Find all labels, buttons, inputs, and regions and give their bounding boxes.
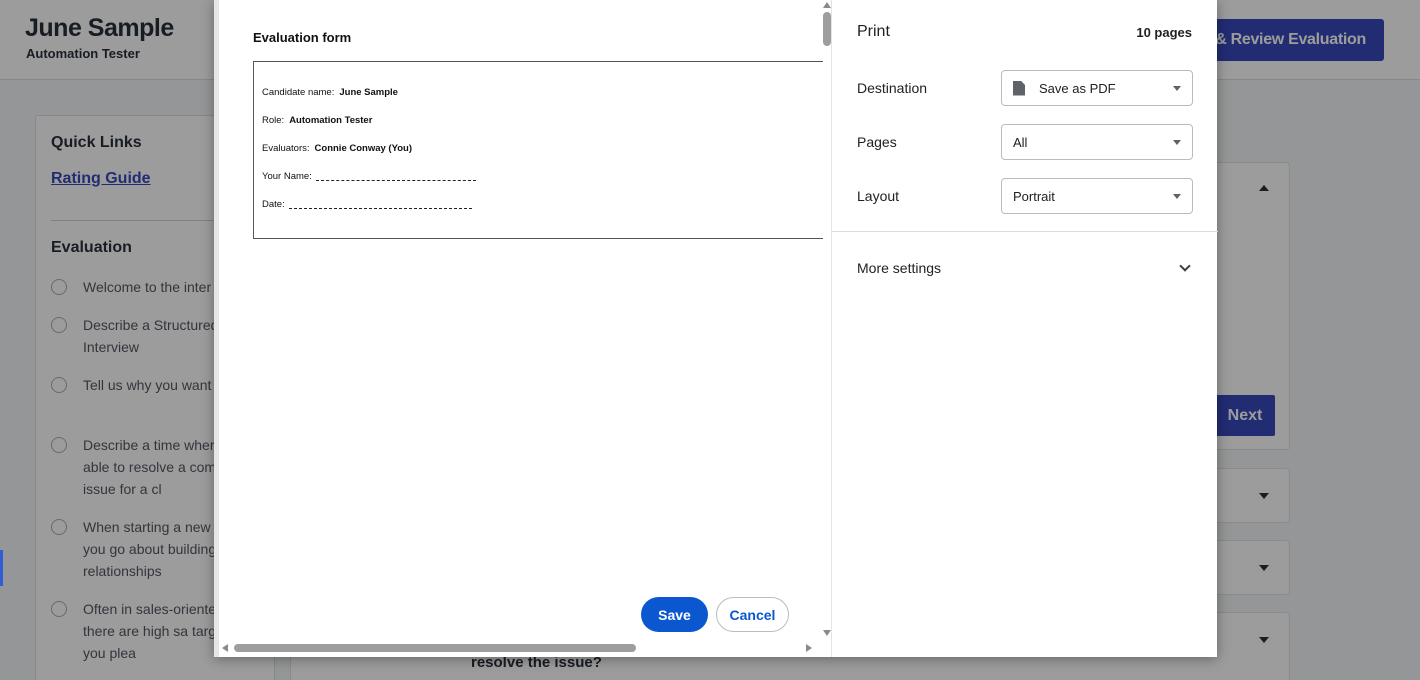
save-button[interactable]: Save bbox=[641, 597, 708, 632]
date-label: Date: bbox=[262, 199, 285, 210]
pages-select[interactable]: All bbox=[1001, 124, 1193, 160]
cancel-button[interactable]: Cancel bbox=[716, 597, 789, 632]
role-value: Automation Tester bbox=[289, 115, 373, 126]
destination-select[interactable]: Save as PDF bbox=[1001, 70, 1193, 106]
print-title: Print bbox=[857, 23, 890, 40]
pages-label: Pages bbox=[857, 134, 897, 150]
date-blank bbox=[288, 207, 472, 209]
layout-select[interactable]: Portrait bbox=[1001, 178, 1193, 214]
your-name-label: Your Name: bbox=[262, 171, 312, 182]
preview-role-row: Role: Automation Tester bbox=[262, 115, 372, 126]
preview-date-row: Date: bbox=[262, 199, 472, 210]
vertical-scroll-thumb[interactable] bbox=[823, 12, 831, 46]
preview-evaluators-row: Evaluators: Connie Conway (You) bbox=[262, 143, 412, 154]
window-edge-marker bbox=[0, 550, 3, 586]
more-settings-toggle[interactable]: More settings bbox=[857, 252, 1193, 284]
dropdown-caret-icon bbox=[1173, 86, 1181, 91]
print-preview: Evaluation form Candidate name: June Sam… bbox=[214, 0, 831, 657]
scroll-down-icon[interactable] bbox=[823, 630, 831, 636]
preview-form-title: Evaluation form bbox=[253, 30, 352, 45]
layout-label: Layout bbox=[857, 188, 900, 204]
scroll-left-icon[interactable] bbox=[222, 644, 228, 652]
preview-form-box: Candidate name: June Sample Role: Automa… bbox=[253, 61, 823, 239]
more-settings-label: More settings bbox=[857, 260, 942, 276]
page-count: 10 pages bbox=[1136, 25, 1192, 40]
candidate-name-value: June Sample bbox=[339, 87, 398, 98]
your-name-blank bbox=[315, 179, 476, 181]
role-label: Role: bbox=[262, 115, 285, 126]
chevron-down-icon bbox=[1179, 260, 1191, 272]
print-settings-panel: Print 10 pages Destination Save as PDF P… bbox=[831, 0, 1218, 657]
destination-value: Save as PDF bbox=[1039, 80, 1116, 96]
dropdown-caret-icon bbox=[1173, 194, 1181, 199]
document-icon bbox=[1013, 80, 1025, 96]
evaluators-value: Connie Conway (You) bbox=[314, 143, 412, 154]
preview-vertical-scrollbar[interactable] bbox=[821, 0, 831, 642]
preview-candidate-row: Candidate name: June Sample bbox=[262, 87, 398, 98]
horizontal-scroll-thumb[interactable] bbox=[234, 644, 636, 652]
pages-value: All bbox=[1013, 134, 1028, 150]
preview-horizontal-scrollbar[interactable] bbox=[219, 642, 821, 654]
evaluators-label: Evaluators: bbox=[262, 143, 310, 154]
layout-value: Portrait bbox=[1013, 188, 1055, 204]
dropdown-caret-icon bbox=[1173, 140, 1181, 145]
candidate-name-label: Candidate name: bbox=[262, 87, 335, 98]
print-dialog: Evaluation form Candidate name: June Sam… bbox=[214, 0, 1218, 657]
settings-divider bbox=[832, 231, 1218, 232]
preview-your-name-row: Your Name: bbox=[262, 171, 476, 182]
scroll-right-icon[interactable] bbox=[806, 644, 812, 652]
destination-label: Destination bbox=[857, 80, 928, 96]
scroll-up-icon[interactable] bbox=[823, 2, 831, 8]
